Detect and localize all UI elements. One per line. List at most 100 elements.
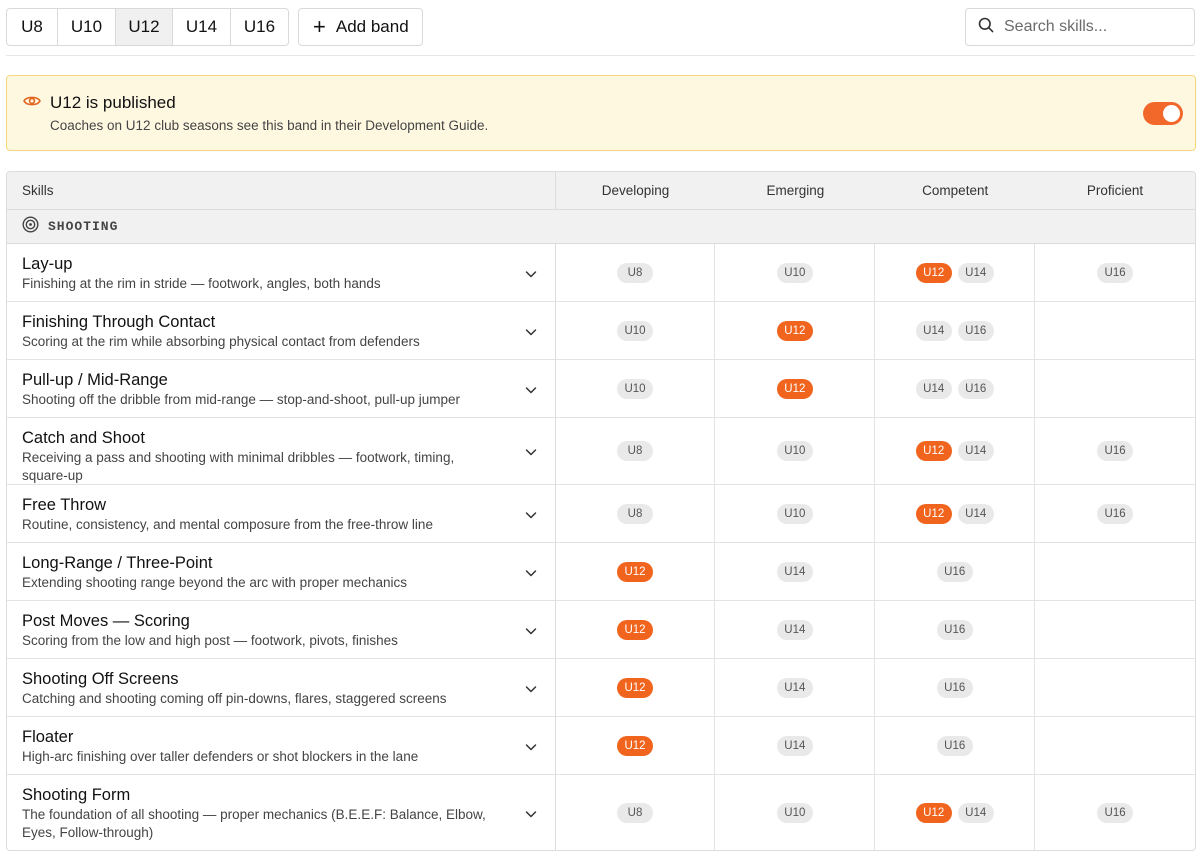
chevron-down-icon[interactable] (525, 267, 537, 285)
band-chip[interactable]: U12 (776, 378, 813, 399)
band-tab-u8[interactable]: U8 (7, 9, 58, 45)
band-chip[interactable]: U10 (617, 320, 653, 341)
band-chip[interactable]: U16 (1097, 802, 1134, 823)
band-chip[interactable]: U14 (957, 262, 994, 283)
table-row: Free Throw Routine, consistency, and ment… (7, 485, 1195, 543)
level-cell-emerging: U10 (715, 485, 876, 542)
level-cell-competent: U12 U14 (875, 485, 1036, 542)
chevron-down-icon[interactable] (525, 740, 537, 758)
table-row: Lay-up Finishing at the rim in stride — f… (7, 244, 1195, 302)
band-chip[interactable]: U16 (1097, 441, 1134, 461)
band-chip[interactable]: U14 (957, 503, 994, 524)
band-chip[interactable]: U14 (915, 378, 952, 399)
band-chip[interactable]: U16 (936, 735, 973, 756)
band-tab-u16[interactable]: U16 (231, 9, 288, 45)
table-row: Shooting Off Screens Catching and shootin… (7, 659, 1195, 717)
add-band-button[interactable]: + Add band (298, 8, 423, 46)
band-chip[interactable]: U14 (776, 735, 813, 756)
header-competent: Competent (922, 183, 989, 198)
skill-name: Catch and Shoot (22, 429, 145, 447)
level-cell-competent: U12 U14 (875, 244, 1036, 301)
level-cell-proficient (1035, 302, 1195, 359)
band-chip[interactable]: U16 (936, 677, 973, 698)
chevron-down-icon[interactable] (525, 325, 537, 343)
band-chip[interactable]: U14 (957, 802, 994, 823)
level-cell-emerging: U14 (715, 601, 876, 658)
band-chip[interactable]: U16 (1097, 503, 1134, 524)
level-cell-proficient: U16 (1035, 418, 1195, 484)
table-row: Shooting Form The foundation of all shoot… (7, 775, 1195, 850)
level-cell-proficient (1035, 601, 1195, 658)
level-cell-developing: U12 (556, 601, 716, 658)
band-chip[interactable]: U14 (776, 619, 813, 640)
level-cell-competent: U12 U14 (875, 418, 1036, 484)
band-chip[interactable]: U10 (776, 441, 813, 461)
skill-cell: Catch and Shoot Receiving a pass and shoo… (7, 418, 556, 484)
skill-rows: Lay-up Finishing at the rim in stride — f… (7, 244, 1195, 850)
skill-name: Free Throw (22, 496, 107, 514)
level-cell-proficient (1035, 360, 1195, 417)
level-cell-proficient (1035, 543, 1195, 600)
band-chip[interactable]: U12 (617, 677, 653, 698)
band-tab-u12[interactable]: U12 (116, 9, 173, 45)
band-chip[interactable]: U16 (936, 561, 973, 582)
band-chip[interactable]: U14 (957, 441, 994, 461)
level-cell-proficient: U16 (1035, 485, 1195, 542)
chevron-down-icon[interactable] (525, 383, 537, 401)
header-emerging: Emerging (766, 183, 825, 198)
chevron-down-icon[interactable] (525, 445, 537, 463)
band-chip[interactable]: U16 (957, 320, 994, 341)
chevron-down-icon[interactable] (525, 624, 537, 642)
band-chip[interactable]: U8 (617, 441, 653, 461)
chevron-down-icon[interactable] (525, 508, 537, 526)
chevron-down-icon[interactable] (525, 682, 537, 700)
band-tab-u10[interactable]: U10 (58, 9, 116, 45)
band-chip[interactable]: U12 (617, 561, 653, 582)
band-chip[interactable]: U12 (617, 619, 653, 640)
search-input[interactable] (1004, 18, 1184, 36)
level-cell-competent: U14 U16 (875, 302, 1036, 359)
chevron-down-icon[interactable] (525, 566, 537, 584)
chevron-down-icon[interactable] (525, 807, 537, 825)
band-tab-u14[interactable]: U14 (173, 9, 231, 45)
skill-description: Shooting off the dribble from mid-range … (22, 392, 460, 407)
band-chip[interactable]: U12 (776, 320, 813, 341)
band-chip[interactable]: U16 (957, 378, 994, 399)
band-chip[interactable]: U14 (776, 677, 813, 698)
category-shooting[interactable]: SHOOTING (7, 210, 1195, 244)
band-chip[interactable]: U16 (936, 619, 973, 640)
band-chip[interactable]: U10 (776, 262, 813, 283)
skill-cell: Free Throw Routine, consistency, and ment… (7, 485, 556, 542)
band-chip[interactable]: U10 (776, 503, 813, 524)
band-chip[interactable]: U16 (1097, 262, 1134, 283)
band-chip[interactable]: U12 (915, 262, 952, 283)
header-developing: Developing (601, 183, 670, 198)
search-box[interactable] (965, 8, 1195, 46)
table-row: Pull-up / Mid-Range Shooting off the drib… (7, 360, 1195, 418)
skill-cell: Post Moves — Scoring Scoring from the low… (7, 601, 556, 658)
target-icon (22, 215, 39, 238)
skill-description: Finishing at the rim in stride — footwor… (22, 276, 381, 291)
band-chip[interactable]: U14 (915, 320, 952, 341)
skill-description: Extending shooting range beyond the arc … (22, 575, 407, 590)
level-cell-emerging: U14 (715, 543, 876, 600)
level-cell-emerging: U14 (715, 717, 876, 774)
level-cell-developing: U8 (556, 418, 716, 484)
band-chip[interactable]: U12 (915, 802, 952, 823)
level-cell-developing: U10 (556, 302, 716, 359)
band-chip[interactable]: U8 (617, 262, 653, 283)
publish-toggle[interactable] (1143, 102, 1183, 125)
level-cell-developing: U10 (556, 360, 716, 417)
band-chip[interactable]: U14 (776, 561, 813, 582)
band-chip[interactable]: U12 (617, 735, 653, 756)
band-chip[interactable]: U10 (776, 802, 813, 823)
band-chip[interactable]: U12 (915, 503, 952, 524)
skill-description: High-arc finishing over taller defenders… (22, 749, 419, 764)
level-cell-competent: U16 (875, 659, 1036, 716)
level-cell-competent: U12 U14 (875, 775, 1036, 850)
search-icon (978, 17, 994, 38)
band-chip[interactable]: U12 (915, 441, 952, 461)
band-chip[interactable]: U8 (617, 802, 653, 823)
band-chip[interactable]: U8 (617, 503, 653, 524)
band-chip[interactable]: U10 (617, 378, 653, 399)
